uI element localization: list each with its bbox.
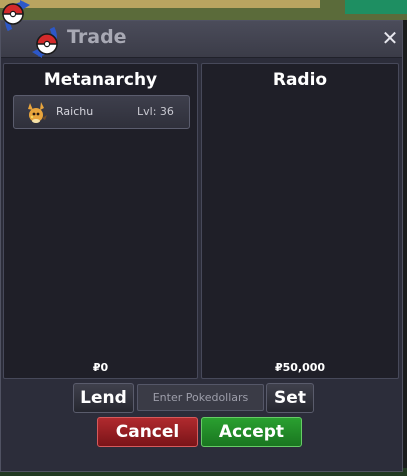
- close-icon: ✕: [381, 26, 399, 50]
- pokemon-name: Raichu: [56, 105, 94, 118]
- raichu-sprite-icon: [28, 102, 47, 123]
- lend-button[interactable]: Lend: [73, 383, 134, 413]
- pokemon-slot[interactable]: Raichu Lvl: 36: [13, 95, 190, 129]
- accept-button[interactable]: Accept: [201, 417, 302, 447]
- set-money-button[interactable]: Set: [266, 383, 314, 413]
- my-offer-panel: Metanarchy Raichu Lvl: 36 ₽0: [3, 63, 198, 379]
- partner-offer-panel: Radio ₽50,000: [201, 63, 399, 379]
- partner-offered-money: ₽50,000: [274, 361, 326, 374]
- my-player-name: Metanarchy: [43, 70, 158, 90]
- my-offered-money: ₽0: [92, 361, 109, 374]
- pokemon-level: Lvl: 36: [137, 105, 174, 118]
- pokeball-swap-icon: [2, 0, 58, 58]
- window-title: Trade: [67, 26, 127, 48]
- close-button[interactable]: ✕: [380, 27, 400, 49]
- background-terrain: [345, 0, 407, 14]
- trade-window: Trade ✕ Metanarchy Raichu Lvl: 36 ₽0 Rad…: [0, 20, 403, 472]
- cancel-button[interactable]: Cancel: [97, 417, 198, 447]
- partner-player-name: Radio: [272, 70, 328, 90]
- pokedollar-amount-input[interactable]: [137, 384, 264, 411]
